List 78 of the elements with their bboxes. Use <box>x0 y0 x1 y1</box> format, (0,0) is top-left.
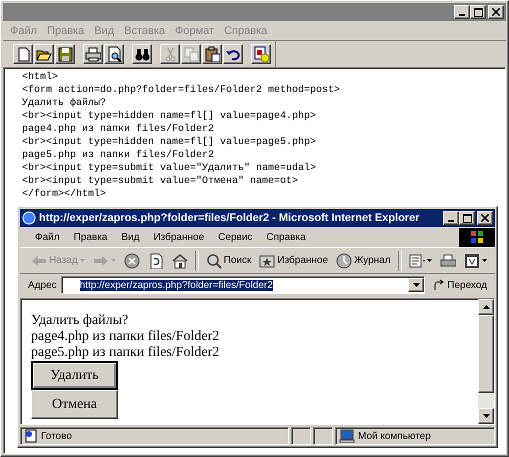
code-line: <html> <box>22 71 60 84</box>
envelope-page-icon <box>408 252 425 268</box>
status-pane <box>313 427 333 445</box>
toolbar-button[interactable] <box>132 44 152 64</box>
star-folder-icon <box>259 252 276 268</box>
page-icon <box>253 46 269 62</box>
scroll-up-arrow-icon <box>482 305 490 309</box>
toolbar-button[interactable] <box>104 44 124 64</box>
scroll-down-arrow-icon <box>482 414 490 418</box>
maximize-button[interactable] <box>470 5 486 19</box>
printer-icon <box>85 46 101 62</box>
history-button[interactable]: Журнал <box>333 250 394 270</box>
address-field[interactable]: http://exper/zapros.php?folder=files/Folder2 <box>60 276 426 294</box>
toolbar-button[interactable] <box>83 44 103 64</box>
stop-icon <box>124 252 140 268</box>
code-line: page4.php из папки files/Folder2 <box>22 123 216 136</box>
maximize-button[interactable] <box>459 211 475 225</box>
code-line: <br><input type=hidden name=fl[] value=page5.php> <box>22 136 318 149</box>
page-text: Удалить файлы? <box>31 313 130 329</box>
dropdown-caret-icon <box>110 259 116 262</box>
status-pane <box>291 427 311 445</box>
page-text: page5.php из папки files/Folder2 <box>31 345 220 361</box>
close-button[interactable] <box>488 5 504 19</box>
code-line: <br><input type=hidden name=fl[] value=page4.php> <box>22 110 318 123</box>
close-icon <box>481 214 489 222</box>
maximize-icon <box>462 214 472 222</box>
house-icon <box>172 252 188 268</box>
menu-item[interactable]: Вид <box>114 232 146 242</box>
go-button[interactable]: Переход <box>429 279 491 291</box>
clock-icon <box>336 252 352 268</box>
dropdown-caret-icon <box>482 259 487 262</box>
form-button[interactable]: Отмена <box>31 390 118 419</box>
dropdown-caret-icon <box>80 259 85 262</box>
page-refresh-icon <box>148 252 164 268</box>
page-icon <box>24 429 38 443</box>
menu-item[interactable]: Файл <box>28 232 67 242</box>
menu-item[interactable]: Избранное <box>146 232 212 242</box>
clipboard-icon <box>204 46 220 62</box>
copy-icon <box>183 46 199 62</box>
window-title: http://exper/zapros.php?folder=files/Folder2 - Microsoft Internet Explorer <box>39 212 420 224</box>
search-icon <box>206 252 222 268</box>
caret-icon <box>412 283 420 287</box>
page-text: page4.php из папки files/Folder2 <box>31 329 220 345</box>
code-line: Удалить файлы? <box>22 97 108 110</box>
code-line: </form></html> <box>22 188 108 201</box>
printer-icon <box>440 252 456 268</box>
toolbar-button[interactable] <box>55 44 75 64</box>
favorites-button[interactable]: Избранное <box>256 250 332 270</box>
arrow-icon <box>433 279 446 291</box>
scrollbar[interactable] <box>478 299 494 424</box>
address-label: Адрес <box>28 280 57 290</box>
toolbar-button[interactable] <box>13 44 33 64</box>
form-button[interactable]: Удалить <box>31 361 118 390</box>
menu-item[interactable]: Справка <box>259 232 313 242</box>
menu-item[interactable]: Сервис <box>211 232 260 242</box>
code-line: page5.php из папки files/Folder2 <box>22 149 216 162</box>
computer-icon <box>339 429 355 443</box>
toolbar-button[interactable] <box>202 44 222 64</box>
minimize-button[interactable] <box>443 211 459 225</box>
menu-item[interactable]: Правка <box>66 232 114 242</box>
edit-icon <box>464 252 480 268</box>
maximize-icon <box>474 8 482 16</box>
toolbar-button[interactable] <box>34 44 54 64</box>
code-line: <br><input type=submit value="Отмена" name=ot> <box>22 175 300 188</box>
dropdown-caret-icon <box>426 259 432 262</box>
toolbar-button[interactable] <box>251 44 271 64</box>
toolbar-button[interactable] <box>223 44 243 64</box>
search-button[interactable]: Поиск <box>202 250 254 270</box>
zone-indicator: Мой компьютер <box>335 427 495 445</box>
page-magnifier-icon <box>106 46 122 62</box>
close-button[interactable] <box>477 211 493 225</box>
code-line: <form action=do.php?folder=files/Folder2 method=post> <box>22 84 342 97</box>
status-text: Готово <box>20 427 289 445</box>
dropdown-button[interactable] <box>408 278 424 292</box>
minimize-button[interactable] <box>454 5 470 19</box>
code-line: <br><input type=submit value="Удалить" name=udal> <box>22 162 318 175</box>
binoculars-icon <box>134 46 150 62</box>
close-icon <box>492 8 500 16</box>
